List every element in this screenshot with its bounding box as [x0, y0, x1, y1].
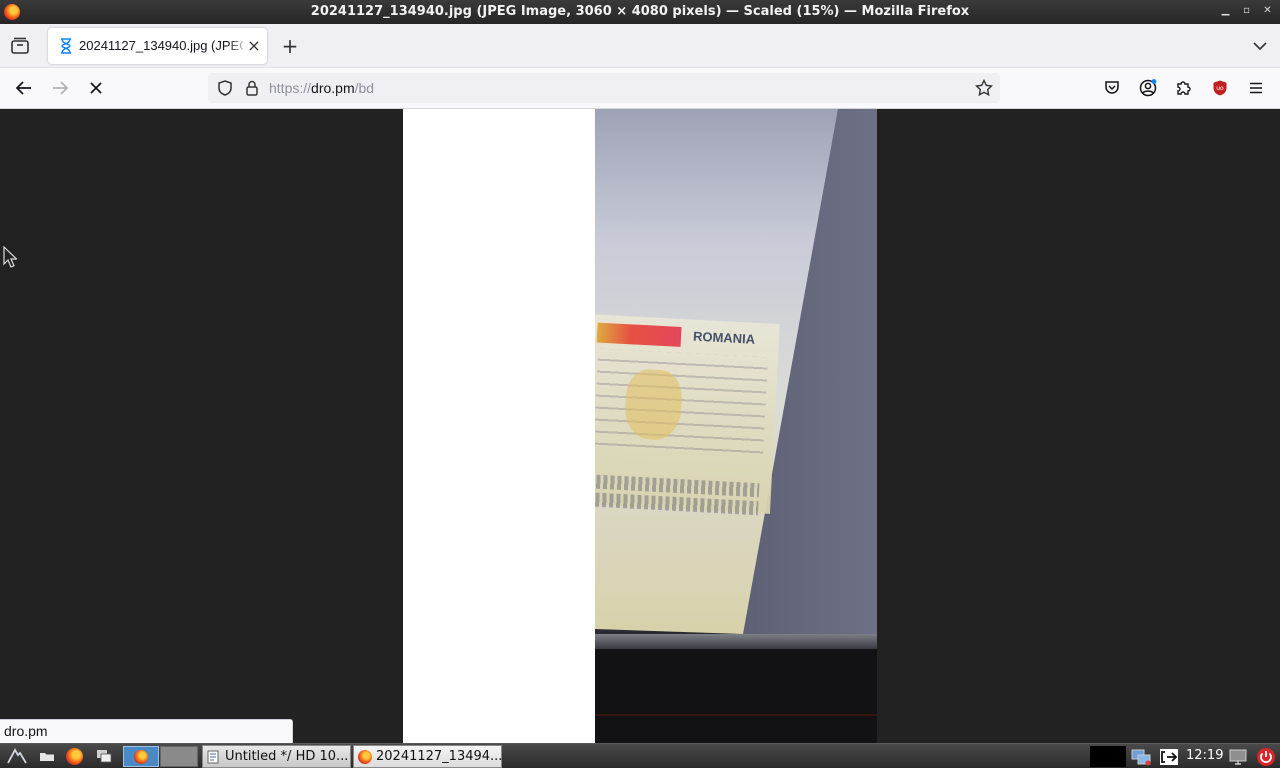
hamburger-menu-icon	[1250, 82, 1262, 94]
svg-text:uo: uo	[1216, 85, 1224, 92]
firefox-task-icon	[358, 750, 372, 764]
taskbar-task-firefox[interactable]: 20241127_13494...	[353, 745, 502, 768]
taskbar-task-firefox-label: 20241127_13494...	[376, 749, 502, 764]
minimize-window-icon[interactable]: ▁	[1219, 4, 1232, 18]
forward-button[interactable]	[48, 76, 72, 100]
url-scheme: https://	[269, 80, 312, 96]
tab-title-fade	[228, 34, 248, 58]
loading-hourglass-icon	[61, 38, 71, 54]
puzzle-piece-icon	[1177, 81, 1191, 95]
shutdown-tray-button[interactable]	[1254, 746, 1278, 767]
status-panel: dro.pm	[0, 719, 293, 743]
tab-active[interactable]: 20241127_134940.jpg (JPEG Image, 3060 × …	[48, 28, 267, 64]
mouse-cursor-icon	[3, 246, 17, 268]
network-icon	[1131, 749, 1151, 765]
workspace-2[interactable]	[160, 746, 198, 767]
photo-loaded-area: ROMANIA	[595, 109, 877, 743]
text-editor-icon	[207, 750, 219, 764]
folder-icon	[40, 753, 54, 761]
desktop-taskbar: Untitled */ HD 10... 20241127_13494... 1…	[0, 743, 1280, 768]
extensions-button[interactable]	[1173, 77, 1195, 99]
show-desktop-launcher[interactable]	[93, 746, 115, 766]
workspace-firefox-icon	[134, 750, 148, 764]
tab-close-icon[interactable]: ×	[246, 38, 262, 54]
logout-tray-button[interactable]	[1157, 746, 1181, 767]
forward-arrow-icon	[53, 81, 69, 95]
logout-icon	[1160, 748, 1178, 765]
ublock-origin-button[interactable]: uo	[1209, 77, 1231, 99]
taskbar-clock[interactable]: 12:19	[1186, 748, 1223, 763]
network-tray-button[interactable]	[1129, 746, 1153, 767]
pocket-button[interactable]	[1101, 77, 1123, 99]
tray-blank-applet	[1090, 746, 1126, 767]
back-button[interactable]	[12, 76, 36, 100]
workspace-1[interactable]	[123, 746, 159, 767]
url-path: /bd	[354, 80, 375, 96]
account-icon	[1139, 79, 1157, 97]
displayed-image[interactable]: ROMANIA	[403, 109, 877, 743]
lock-icon[interactable]	[244, 79, 260, 97]
firefox-launcher[interactable]	[63, 746, 85, 766]
image-unloaded-area	[403, 109, 595, 743]
tracking-protection-shield-icon[interactable]	[216, 79, 234, 97]
id-card-flag-stripe	[596, 322, 682, 347]
url-host: dro.pm	[311, 80, 355, 96]
stop-x-icon	[90, 82, 102, 94]
stop-loading-button[interactable]	[84, 76, 108, 100]
taskbar-task-editor-label: Untitled */ HD 10...	[225, 749, 349, 764]
photo-red-line	[595, 714, 877, 716]
window-controls: ▁ ▫ ✕	[1219, 4, 1274, 18]
id-card-country: ROMANIA	[692, 328, 756, 347]
tab-list-icon	[11, 37, 29, 54]
app-menu-button[interactable]	[1245, 77, 1267, 99]
window-title: 20241127_134940.jpg (JPEG Image, 3060 × …	[310, 4, 970, 19]
back-arrow-icon	[15, 81, 31, 95]
bookmark-star-icon[interactable]	[974, 78, 994, 98]
taskbar-task-editor[interactable]: Untitled */ HD 10...	[202, 745, 351, 768]
start-menu-button[interactable]	[6, 746, 28, 766]
display-tray-button[interactable]	[1226, 746, 1250, 767]
list-all-tabs-button[interactable]	[1250, 36, 1270, 56]
new-tab-button[interactable]: +	[279, 35, 301, 57]
monitor-icon	[1229, 749, 1247, 765]
photo-edge-band	[595, 634, 877, 649]
close-window-icon[interactable]: ✕	[1261, 4, 1274, 18]
window-titlebar: 20241127_134940.jpg (JPEG Image, 3060 × …	[0, 0, 1280, 24]
power-icon	[1257, 747, 1275, 766]
chevron-down-icon	[1253, 42, 1267, 51]
image-viewer-content: ROMANIA	[0, 109, 1280, 743]
firefox-icon	[65, 747, 83, 765]
firefox-view-button[interactable]	[8, 34, 32, 58]
maximize-window-icon[interactable]: ▫	[1240, 4, 1253, 18]
start-menu-icon	[7, 748, 27, 764]
ublock-shield-icon: uo	[1213, 80, 1227, 96]
windows-stack-icon	[97, 750, 112, 763]
photo-dark-region	[595, 649, 877, 743]
id-card-in-photo: ROMANIA	[595, 314, 780, 516]
navigation-toolbar: https://dro.pm/bd uo	[0, 68, 1280, 109]
account-button[interactable]	[1137, 77, 1159, 99]
tab-strip: 20241127_134940.jpg (JPEG Image, 3060 × …	[0, 24, 1280, 68]
url-bar[interactable]: https://dro.pm/bd	[208, 73, 1000, 103]
url-text[interactable]: https://dro.pm/bd	[269, 80, 374, 96]
tab-title: 20241127_134940.jpg (JPEG Image, 3060 × …	[79, 38, 243, 53]
file-manager-launcher[interactable]	[36, 746, 58, 766]
pocket-icon	[1105, 81, 1119, 94]
